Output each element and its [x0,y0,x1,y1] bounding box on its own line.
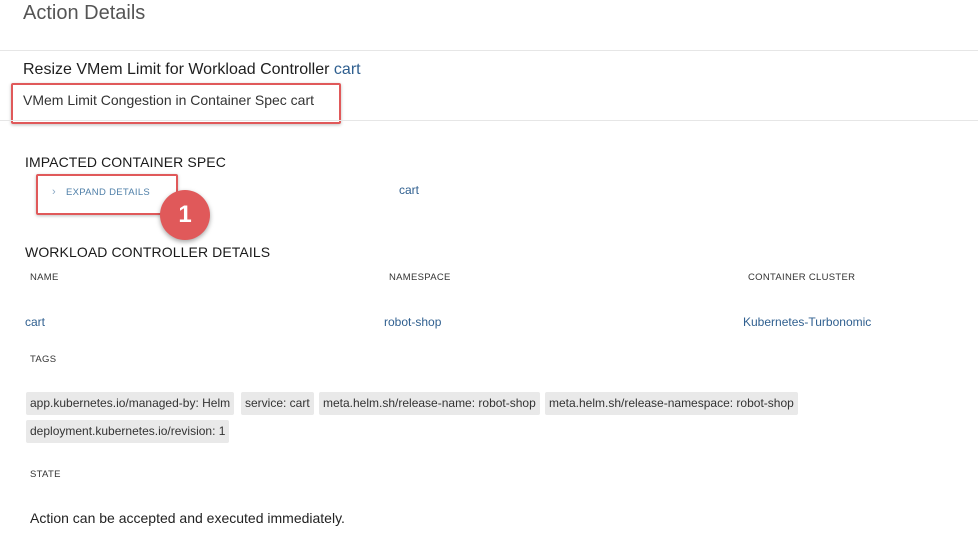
workload-controller-link[interactable]: cart [334,61,361,78]
page-title: Action Details [23,2,146,24]
expand-details-button[interactable]: › EXPAND DETAILS [52,186,150,198]
tag-chip: meta.helm.sh/release-namespace: robot-sh… [545,392,798,415]
section-divider [0,120,978,121]
action-title-text: Resize VMem Limit for Workload Controlle… [23,61,330,78]
state-description: Action can be accepted and executed imme… [30,510,345,526]
container-cluster-link[interactable]: Kubernetes-Turbonomic [743,315,871,329]
namespace-column-label: NAMESPACE [389,272,451,283]
tags-label: TAGS [30,354,57,365]
action-subtitle: VMem Limit Congestion in Container Spec … [23,92,315,108]
header-divider [0,50,978,51]
tag-chip: app.kubernetes.io/managed-by: Helm [26,392,235,415]
chevron-right-icon: › [52,186,56,198]
namespace-link[interactable]: robot-shop [384,315,441,329]
tag-chip: service: cart [241,392,314,415]
workload-name-link[interactable]: cart [25,315,45,329]
tag-chip: deployment.kubernetes.io/revision: 1 [26,420,230,443]
state-label: STATE [30,469,61,480]
name-column-label: NAME [30,272,59,283]
action-title: Resize VMem Limit for Workload Controlle… [23,61,361,79]
tag-chip: meta.helm.sh/release-name: robot-shop [319,392,540,415]
step-badge: 1 [160,190,210,240]
expand-details-label: EXPAND DETAILS [65,187,151,198]
container-spec-link[interactable]: cart [399,183,419,197]
container-cluster-column-label: CONTAINER CLUSTER [748,272,856,283]
impacted-container-spec-heading: IMPACTED CONTAINER SPEC [25,154,226,170]
workload-controller-details-heading: WORKLOAD CONTROLLER DETAILS [25,244,271,260]
